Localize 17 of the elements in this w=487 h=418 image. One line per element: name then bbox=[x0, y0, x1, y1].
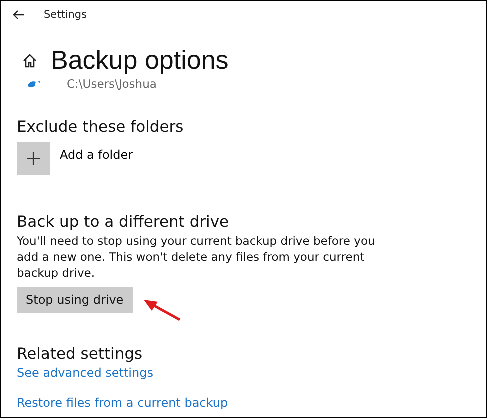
description-text: You'll need to stop using your current backup drive before you add a new one. This won't delete any files from your current backup drive. bbox=[17, 233, 376, 281]
settings-link[interactable]: Restore files from a current backup bbox=[17, 396, 486, 410]
section-heading: Exclude these folders bbox=[17, 118, 185, 136]
add-folder-button[interactable] bbox=[17, 142, 50, 175]
back-icon[interactable] bbox=[13, 10, 25, 20]
folder-path: C:\Users\Joshua bbox=[67, 77, 157, 91]
add-folder-label[interactable]: Add a folder bbox=[60, 148, 134, 162]
window-title: Settings bbox=[44, 9, 88, 21]
stop-using-drive-button[interactable]: Stop using drive bbox=[17, 287, 133, 313]
pointer-arrow bbox=[142, 299, 183, 323]
drive-icon bbox=[27, 80, 41, 88]
section-heading: Back up to a different drive bbox=[17, 213, 230, 231]
settings-link[interactable]: See advanced settings bbox=[17, 366, 486, 380]
home-icon[interactable] bbox=[23, 54, 37, 68]
plus-icon bbox=[27, 152, 40, 165]
page-title: Backup options bbox=[51, 45, 229, 76]
section-heading: Related settings bbox=[17, 345, 144, 363]
